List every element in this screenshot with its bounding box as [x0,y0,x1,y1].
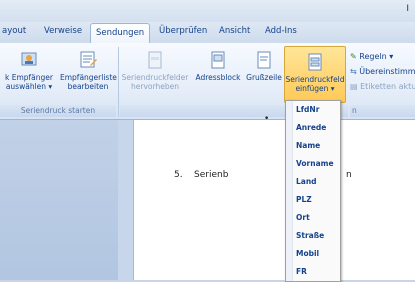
grusszeile-label: Grußzeile [246,73,282,82]
etiketten-button[interactable]: ▤ Etiketten aktu [350,82,415,91]
uebereinstimmen-button[interactable]: ⇆ Übereinstimm [350,67,415,76]
tab-sendungen[interactable]: Sendungen [90,23,151,44]
menu-item-vorname[interactable]: Vorname [296,159,334,168]
labels-icon: ▤ [350,82,358,91]
hervorheben-line2: hervorheben [131,82,179,91]
address-block-icon [211,51,225,69]
menu-item-anrede[interactable]: Anrede [296,123,326,132]
regeln-label: Regeln ▾ [359,52,394,61]
doc-marker: • [264,114,270,124]
menu-item-fr[interactable]: FR [296,267,307,276]
doc-line-text: Serienb [194,170,229,180]
grusszeile-button[interactable]: Grußzeile [245,49,283,82]
tab-layout[interactable]: ayout [2,26,26,36]
merge-field-dropdown: LfdNr Anrede Name Vorname Land PLZ Ort S… [285,100,341,282]
uebereinstimmen-label: Übereinstimm [359,67,415,76]
hervorheben-line1: Seriendruckfelder [121,73,189,82]
menu-item-plz[interactable]: PLZ [296,195,312,204]
highlight-fields-icon [148,51,162,69]
etiketten-label: Etiketten aktu [360,82,415,91]
title-bar: I [0,0,415,22]
empfaenger-line2: auswählen ▾ [5,82,53,91]
adressblock-label: Adressblock [195,73,241,82]
tab-verweise[interactable]: Verweise [44,26,82,36]
doc-line-number: 5. [174,170,183,180]
rules-icon: ✎ [350,52,357,61]
einfuegen-line2: einfügen ▾ [295,84,335,93]
adressblock-button[interactable]: Adressblock [192,49,244,82]
navigation-pane [0,120,118,280]
menu-item-land[interactable]: Land [296,177,317,186]
edit-list-icon [80,51,97,68]
empfaengerliste-bearbeiten-button[interactable]: Empfängerliste bearbeiten [60,49,117,91]
match-fields-icon: ⇆ [350,67,357,76]
empfaenger-auswaehlen-button[interactable]: k Empfänger auswählen ▾ [0,49,58,91]
greeting-line-icon [257,51,271,69]
menu-item-mobil[interactable]: Mobil [296,249,319,258]
document-page[interactable]: • 5. Serienb n [133,114,415,280]
menu-stripe [286,101,293,281]
menu-item-ort[interactable]: Ort [296,213,310,222]
menu-item-lfdnr[interactable]: LfdNr [296,105,319,114]
empfaenger-line1: k Empfänger [5,73,53,82]
regeln-button[interactable]: ✎ Regeln ▾ [350,52,393,61]
menu-item-strasse[interactable]: Straße [296,231,324,240]
insert-merge-field-icon [308,53,322,71]
tab-add-ins[interactable]: Add-Ins [265,26,297,36]
group-separator [118,47,119,117]
ribbon: k Empfänger auswählen ▾ Empfängerliste b… [0,43,415,120]
seriendruckfelder-hervorheben-button[interactable]: Seriendruckfelder hervorheben [120,49,190,91]
seriendruckfeld-einfuegen-button[interactable]: Seriendruckfeld einfügen ▾ [284,46,346,103]
empfaengerliste-line1: Empfängerliste [60,73,117,82]
doc-line-end: n [346,170,352,180]
menu-item-name[interactable]: Name [296,141,320,150]
title-trail: I [406,4,409,14]
group-seriendruck-starten: Seriendruck starten [0,105,116,117]
ribbon-tabs: ayout Verweise Sendungen Überprüfen Ansi… [0,22,415,44]
tab-ansicht[interactable]: Ansicht [219,26,250,36]
tab-ueberpruefen[interactable]: Überprüfen [159,26,207,36]
einfuegen-line1: Seriendruckfeld [285,75,345,84]
recipients-icon [21,52,37,66]
empfaengerliste-line2: bearbeiten [67,82,109,91]
group-trail: n [350,105,415,117]
